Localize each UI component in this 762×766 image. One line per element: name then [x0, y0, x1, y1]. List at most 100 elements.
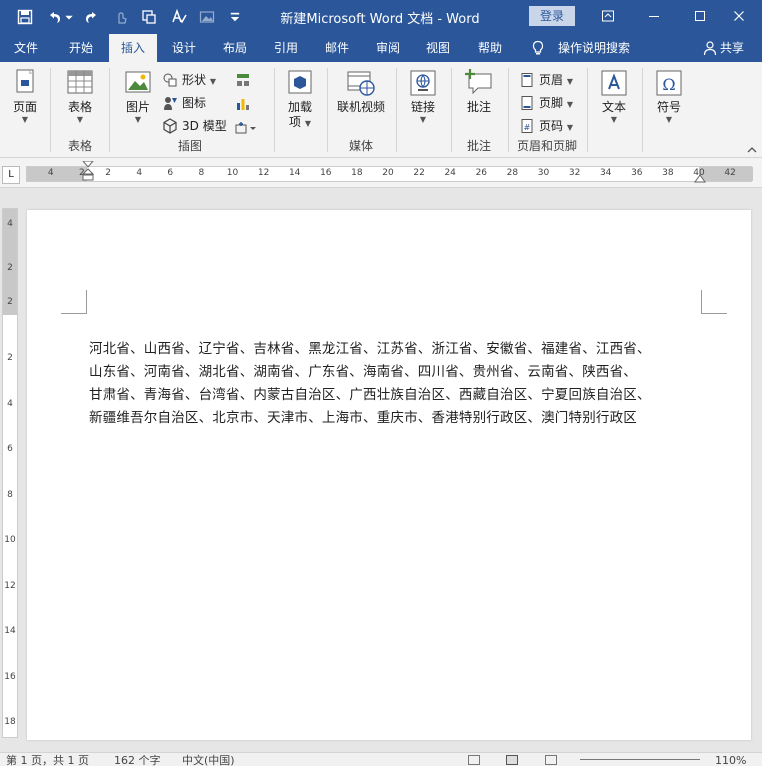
link-icon	[410, 70, 436, 96]
ruler-tick-label: 4	[47, 168, 54, 178]
right-indent-marker-icon[interactable]	[694, 173, 706, 183]
ruler-tick-label: 10	[226, 168, 239, 178]
ruler-tick-label: 42	[724, 168, 736, 178]
undo-dropdown-icon[interactable]	[64, 6, 74, 28]
read-mode-icon[interactable]	[468, 755, 480, 765]
table-button[interactable]: 表格 ▼	[60, 68, 100, 125]
group-header-footer: 页眉 ▼ 页脚 ▼ # 页码 ▼ 页眉和页脚	[509, 66, 585, 156]
ruler-area: L 4 2 2 4 6 8 10 12 14 16 18 20 22 24 26 28 30 32 34 36 38 40…	[0, 158, 762, 188]
group-media: 联机视频 媒体	[328, 66, 394, 156]
ruler-tick-label: 16	[4, 671, 16, 682]
3d-model-button[interactable]: 3D 模型	[162, 116, 227, 136]
chevron-down-icon: ▼	[76, 115, 84, 124]
comment-button[interactable]: 批注	[459, 68, 499, 115]
icons-button[interactable]: 图标	[162, 93, 206, 113]
spelling-icon[interactable]	[168, 6, 190, 28]
ruler-tick-label: 32	[568, 168, 581, 178]
ruler-tick-label: 8	[198, 168, 205, 178]
tab-file[interactable]: 文件	[4, 34, 48, 62]
vertical-ruler[interactable]: 4 2 2 2 4 6 8 10 12 14 16 18	[2, 208, 18, 738]
tab-references[interactable]: 引用	[262, 34, 310, 62]
margin-corner-mark	[61, 290, 87, 314]
tab-review[interactable]: 审阅	[364, 34, 412, 62]
format-painter-icon[interactable]	[138, 6, 160, 28]
word-count[interactable]: 162 个字	[114, 755, 161, 766]
chevron-down-icon: ▼	[665, 115, 673, 124]
picture-button[interactable]: 图片 ▼	[118, 68, 158, 125]
zoom-level[interactable]: 110%	[715, 755, 746, 766]
document-body[interactable]: 河北省、山西省、辽宁省、吉林省、黑龙江省、江苏省、浙江省、安徽省、福建省、江西省…	[89, 338, 709, 430]
online-video-icon	[347, 71, 375, 96]
indent-marker-icon[interactable]	[82, 161, 94, 187]
tab-home[interactable]: 开始	[56, 34, 106, 62]
share-button[interactable]: 共享	[700, 34, 744, 62]
customize-icon[interactable]	[228, 6, 242, 28]
status-bar: 第 1 页，共 1 页 162 个字 中文(中国) 110%	[0, 752, 762, 766]
tab-help[interactable]: 帮助	[466, 34, 514, 62]
addins-button[interactable]: 加载 项 ▼	[280, 68, 320, 131]
tab-selector[interactable]: L	[2, 166, 20, 184]
collapse-ribbon-icon[interactable]	[746, 145, 758, 155]
ruler-tick-label: 12	[257, 168, 270, 178]
redo-icon[interactable]	[80, 6, 102, 28]
undo-icon[interactable]	[44, 6, 66, 28]
picture-icon	[125, 71, 151, 93]
text-button[interactable]: 文本 ▼	[594, 68, 634, 125]
language-indicator[interactable]: 中文(中国)	[182, 755, 235, 766]
ruler-tick-label: 2	[105, 168, 111, 178]
tab-insert[interactable]: 插入	[109, 34, 157, 62]
tab-view[interactable]: 视图	[414, 34, 462, 62]
ribbon-display-options-icon[interactable]	[585, 0, 631, 32]
symbol-button[interactable]: Ω 符号 ▼	[649, 68, 689, 125]
header-button[interactable]: 页眉 ▼	[519, 70, 573, 90]
window-title: 新建Microsoft Word 文档 - Word	[280, 12, 480, 27]
web-layout-icon[interactable]	[545, 755, 557, 765]
group-pages: 页面 ▼	[0, 66, 50, 156]
touch-mode-icon[interactable]	[110, 6, 132, 28]
save-icon[interactable]	[14, 6, 36, 28]
pages-button[interactable]: 页面 ▼	[5, 68, 45, 125]
text-line: 山东省、河南省、湖北省、湖南省、广东省、海南省、四川省、贵州省、云南省、陕西省、	[89, 364, 637, 380]
chart-icon[interactable]	[235, 96, 251, 112]
ruler-tick-label: 38	[662, 168, 674, 178]
zoom-slider[interactable]	[580, 759, 700, 760]
tab-mailings[interactable]: 邮件	[313, 34, 361, 62]
horizontal-ruler[interactable]: 4 2 2 4 6 8 10 12 14 16 18 20 22 24 26 28 30 32 34 36 38 40 42	[26, 161, 753, 183]
text-line: 新疆维吾尔自治区、北京市、天津市、上海市、重庆市、香港特别行政区、澳门特别行政区	[89, 410, 637, 426]
footer-button[interactable]: 页脚 ▼	[519, 93, 573, 113]
ruler-tick-label: 14	[4, 626, 16, 636]
text-line: 河北省、山西省、辽宁省、吉林省、黑龙江省、江苏省、浙江省、安徽省、福建省、江西省…	[89, 341, 651, 357]
ruler-tick-label: 6	[7, 444, 13, 454]
ruler-tick-label: 18	[4, 717, 16, 727]
shapes-icon	[163, 73, 177, 87]
page-number-button[interactable]: # 页码 ▼	[519, 116, 573, 136]
tab-layout[interactable]: 布局	[211, 34, 259, 62]
close-icon[interactable]	[716, 0, 762, 32]
document-page[interactable]: 河北省、山西省、辽宁省、吉林省、黑龙江省、江苏省、浙江省、安徽省、福建省、江西省…	[27, 210, 751, 740]
tell-me-search[interactable]: 操作说明搜索	[528, 34, 630, 62]
group-label-tables: 表格	[67, 139, 92, 153]
minimize-icon[interactable]	[631, 0, 677, 32]
page-number-icon: #	[521, 119, 533, 133]
ruler-tick-label: 16	[320, 168, 332, 178]
print-layout-icon[interactable]	[506, 755, 518, 765]
picture-icon[interactable]	[196, 6, 218, 28]
login-button[interactable]: 登录	[529, 6, 575, 26]
svg-text:Ω: Ω	[662, 75, 675, 94]
ruler-tick-label: 22	[413, 168, 425, 178]
text-line: 甘肃省、青海省、台湾省、内蒙古自治区、广西壮族自治区、西藏自治区、宁夏回族自治区…	[89, 387, 651, 403]
ribbon: 页面 ▼ 表格 ▼ 表格 图片 ▼ 形状 ▼ 图标 3D 模型 插图 加载 项 …	[0, 62, 762, 158]
smartart-icon[interactable]	[235, 72, 251, 88]
title-bar: 新建Microsoft Word 文档 - Word 登录	[0, 0, 762, 34]
links-button[interactable]: 链接 ▼	[403, 68, 443, 125]
screenshot-icon[interactable]	[235, 120, 257, 136]
addin-cube-icon	[288, 70, 312, 94]
shapes-button[interactable]: 形状 ▼	[162, 70, 216, 90]
tab-design[interactable]: 设计	[160, 34, 208, 62]
ruler-tick-label: 2	[7, 353, 13, 363]
ruler-tick-label: 20	[382, 168, 394, 178]
ruler-tick-label: 34	[599, 168, 612, 178]
ruler-tick-label: 18	[351, 168, 363, 178]
page-count[interactable]: 第 1 页，共 1 页	[6, 755, 89, 766]
online-video-button[interactable]: 联机视频	[333, 68, 389, 115]
